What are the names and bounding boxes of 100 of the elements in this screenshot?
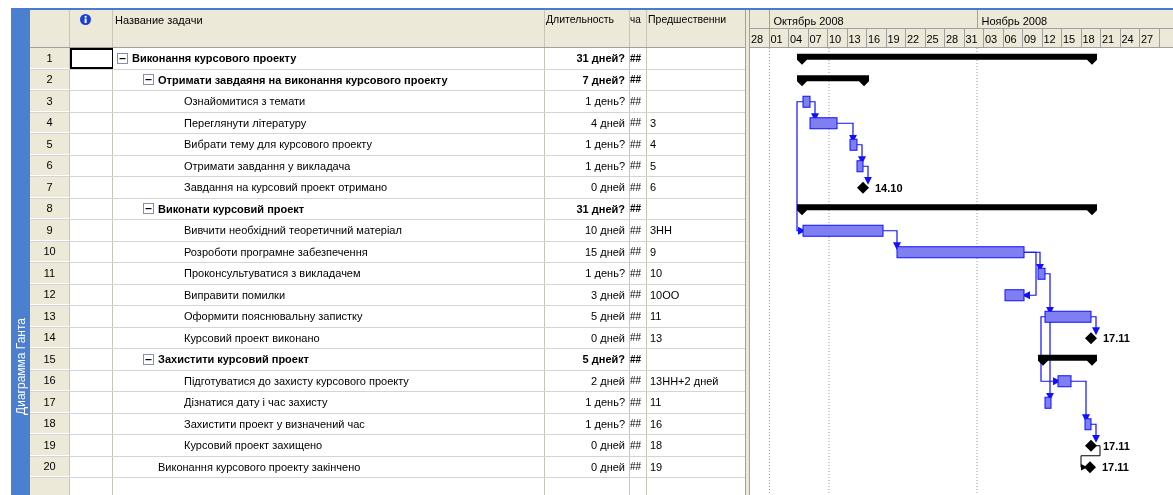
row-number[interactable]: 3 [30, 91, 70, 112]
duration-cell: 1 день? [545, 413, 630, 434]
day-label: 03 [984, 29, 1004, 47]
table-cell: ## [630, 91, 647, 112]
table-cell: ## [630, 155, 647, 176]
row-header-cell[interactable] [30, 478, 70, 495]
task-name: Виконання курсового проекту закінчено [158, 459, 361, 475]
task-bar [1004, 289, 1025, 302]
dependency-arrow [1090, 316, 1100, 336]
table-cell: ## [630, 177, 647, 198]
row-number[interactable]: 4 [30, 112, 70, 133]
task-name: Підготуватися до захисту курсового проекту [184, 373, 409, 389]
table-cell: ## [630, 349, 647, 370]
row-number[interactable]: 8 [30, 198, 70, 219]
task-name: Оформити пояснювальну запистку [184, 309, 363, 324]
task-name: Виконання курсового проекту [132, 51, 297, 66]
column-header[interactable]: Длительность [545, 10, 630, 47]
row-number[interactable]: 19 [30, 435, 70, 456]
day-label: 24 [1120, 29, 1140, 47]
summary-bar [797, 75, 869, 87]
table-cell: ## [630, 456, 647, 477]
task-name: Вивчити необхідний теоретичний матеріал [184, 223, 402, 238]
row-number[interactable]: 13 [30, 306, 70, 327]
row-number[interactable]: 18 [30, 413, 70, 434]
task-name: Курсовий проект захищено [184, 438, 323, 453]
task-bar [809, 117, 838, 130]
predecessors-cell-text: 3 [650, 115, 657, 131]
predecessors-cell-text: 13 [650, 330, 663, 346]
row-number[interactable]: 6 [30, 155, 70, 176]
task-name: Отримати завдання у викладача [184, 158, 351, 174]
task-bar [849, 138, 858, 151]
row-number[interactable]: 2 [30, 69, 70, 90]
row-number[interactable]: 17 [30, 392, 70, 413]
task-name: Вибрати тему для курсового проекту [184, 137, 372, 152]
row-number[interactable]: 7 [30, 177, 70, 198]
collapse-icon[interactable] [143, 74, 154, 86]
task-bar [1057, 375, 1072, 388]
day-label: 09 [1023, 29, 1043, 47]
table-cell: ## [630, 263, 647, 284]
duration-cell: 5 дней [545, 306, 630, 327]
day-label: 06 [1003, 29, 1023, 47]
task-name: Переглянути літературу [184, 115, 307, 131]
month-label: Ноябрь 2008 [977, 10, 1173, 28]
row-number[interactable]: 20 [30, 456, 70, 477]
collapse-icon[interactable] [143, 353, 154, 365]
column-header[interactable]: Название задачи [113, 10, 545, 47]
table-cell: ## [630, 413, 647, 434]
task-name: Виконати курсовий проект [158, 201, 305, 217]
table-cell: ## [630, 370, 647, 391]
milestone-diamond [1085, 439, 1097, 452]
collapse-icon[interactable] [143, 203, 154, 215]
row-number[interactable]: 12 [30, 284, 70, 305]
row-number[interactable]: 11 [30, 263, 70, 284]
predecessors-cell-text: 13НН+2 дней [650, 373, 719, 389]
column-header[interactable]: ча [630, 10, 647, 47]
day-label: 10 [828, 29, 848, 47]
duration-cell: 0 дней [545, 327, 630, 348]
task-bar [1044, 310, 1092, 323]
duration-cell: 0 дней [545, 435, 630, 456]
day-label: 31 [964, 29, 984, 47]
day-label: 18 [1081, 29, 1101, 47]
task-name: Дізнатися дату і час захисту [184, 395, 328, 410]
duration-cell: 0 дней [545, 456, 630, 477]
duration-cell: 3 дней [545, 284, 630, 305]
table-cell: ## [630, 241, 647, 262]
predecessors-cell-text: 16 [650, 416, 663, 432]
predecessors-cell-text: 10ОО [650, 287, 680, 303]
row-number[interactable]: 16 [30, 370, 70, 391]
duration-cell: 1 день? [545, 392, 630, 413]
day-label: 28 [750, 29, 770, 47]
day-label: 27 [1140, 29, 1160, 47]
predecessors-cell-text: 5 [650, 158, 657, 174]
predecessors-cell-text: 3НН [650, 223, 672, 238]
row-number[interactable]: 15 [30, 349, 70, 370]
collapse-icon[interactable] [117, 52, 128, 64]
row-number[interactable]: 1 [30, 48, 70, 69]
day-label: 15 [1062, 29, 1082, 47]
row-number[interactable]: 10 [30, 241, 70, 262]
row-number[interactable]: 9 [30, 220, 70, 241]
task-name: Завдання на курсовий проект отримано [184, 180, 388, 195]
table-cell: ## [630, 284, 647, 305]
indicator-cell[interactable] [70, 48, 113, 69]
predecessors-cell-text: 18 [650, 438, 663, 453]
day-label: 25 [925, 29, 945, 47]
task-bar [1037, 267, 1046, 280]
table-cell: ## [630, 435, 647, 456]
duration-cell: 1 день? [545, 91, 630, 112]
row-number[interactable]: 14 [30, 327, 70, 348]
column-header[interactable]: Предшественни [647, 10, 745, 47]
summary-bar [1038, 354, 1097, 366]
row-number[interactable]: 5 [30, 134, 70, 155]
task-bar [802, 95, 811, 108]
table-cell: ## [630, 198, 647, 219]
milestone-diamond [1084, 461, 1096, 474]
milestone-diamond [1085, 332, 1097, 345]
duration-cell: 7 дней? [545, 69, 630, 90]
duration-cell: 2 дней [545, 370, 630, 391]
task-name: Розроботи програмне забезпечення [184, 244, 368, 260]
side-tab[interactable]: Диаграмма Ганта [11, 10, 30, 495]
task-name: Виправити помилки [184, 287, 286, 303]
